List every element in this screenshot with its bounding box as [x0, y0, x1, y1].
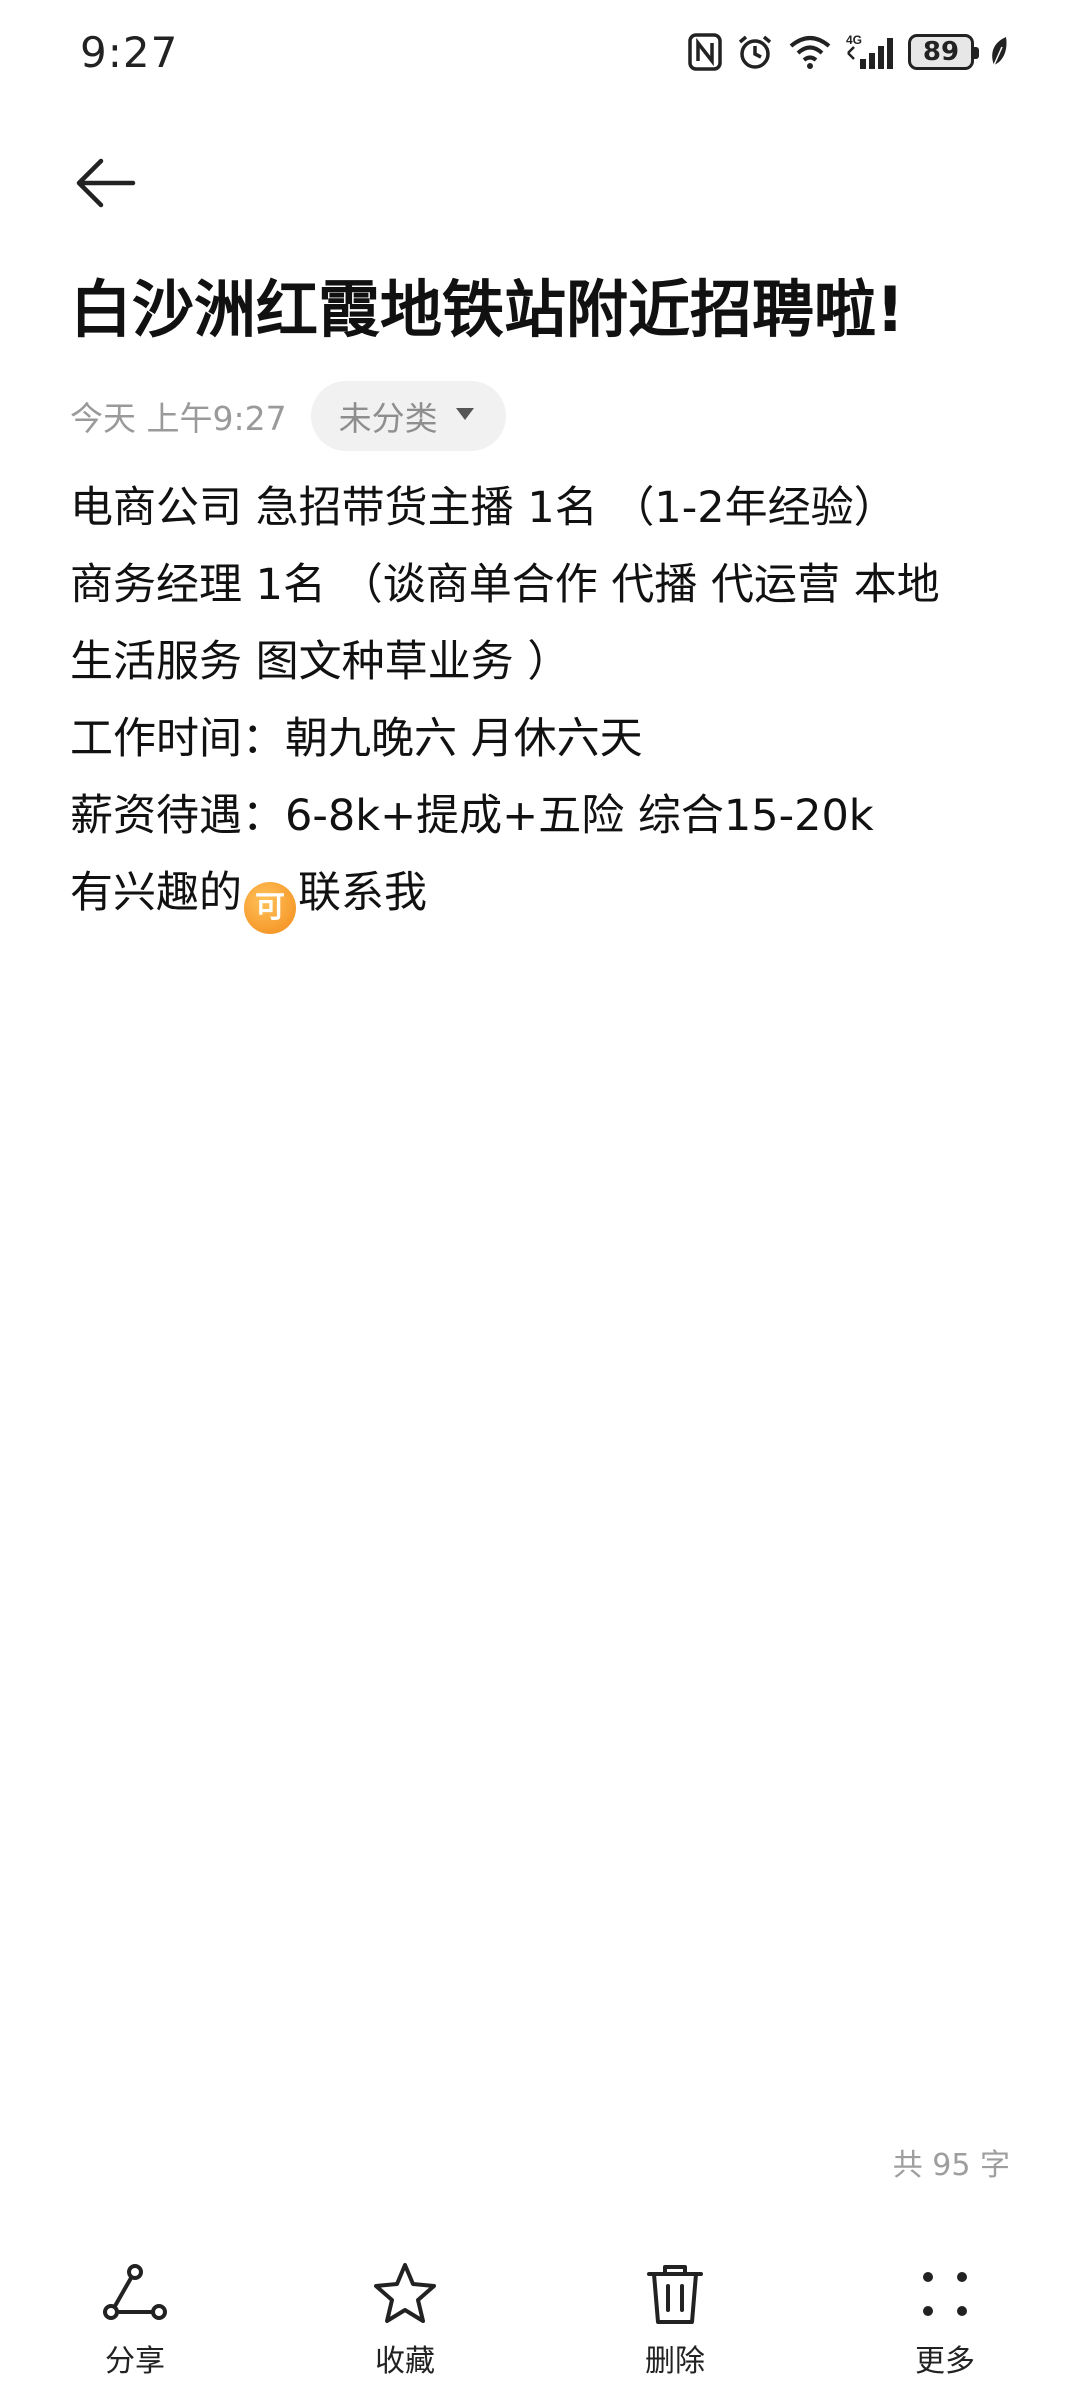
status-icons: 4G 89: [688, 30, 1010, 74]
alarm-icon: [736, 33, 774, 71]
more-button[interactable]: 更多: [810, 2240, 1080, 2390]
note-meta: 今天 上午9:27 未分类: [70, 380, 506, 452]
note-line: 生活服务 图文种草业务 ）: [70, 637, 571, 687]
four-dots-icon: [909, 2258, 981, 2330]
cellular-signal-icon: 4G: [846, 33, 894, 71]
note-line: 商务经理 1名 （谈商单合作 代播 代运营 本地: [70, 560, 940, 610]
nfc-icon: [688, 33, 722, 71]
arrow-left-icon: [73, 151, 137, 219]
note-body[interactable]: 电商公司 急招带货主播 1名 （1-2年经验） 商务经理 1名 （谈商单合作 代…: [70, 470, 1020, 934]
note-line: 电商公司 急招带货主播 1名 （1-2年经验）: [70, 483, 897, 533]
share-icon: [99, 2258, 171, 2330]
trash-icon: [639, 2258, 711, 2330]
back-button[interactable]: [60, 140, 150, 230]
bottom-toolbar: 分享 收藏 删除 更多: [0, 2240, 1080, 2390]
share-button[interactable]: 分享: [0, 2240, 270, 2390]
wifi-icon: [788, 34, 832, 70]
word-count: 共 95 字: [892, 2148, 1010, 2183]
share-label: 分享: [105, 2344, 165, 2379]
battery-level: 89: [922, 37, 960, 67]
note-line-prefix: 有兴趣的: [70, 868, 242, 918]
battery-icon: 89: [908, 34, 979, 70]
note-date: 今天 上午9:27: [70, 399, 287, 438]
status-bar: 9:27 4G 89: [0, 0, 1080, 110]
note-line-last: 有兴趣的可联系我: [70, 855, 1020, 934]
caret-down-icon: [454, 406, 476, 426]
more-label: 更多: [915, 2344, 975, 2379]
category-dropdown[interactable]: 未分类: [310, 381, 506, 451]
category-label: 未分类: [338, 399, 438, 438]
delete-button[interactable]: 删除: [540, 2240, 810, 2390]
note-line: 薪资待遇：6-8k+提成+五险 综合15-20k: [70, 791, 874, 841]
emoji-icon: 可: [244, 882, 296, 934]
favorite-button[interactable]: 收藏: [270, 2240, 540, 2390]
note-line: 工作时间：朝九晚六 月休六天: [70, 714, 643, 764]
leaf-icon: [988, 35, 1010, 69]
favorite-label: 收藏: [375, 2344, 435, 2379]
status-time: 9:27: [80, 28, 179, 77]
note-line-suffix: 联系我: [298, 868, 427, 918]
delete-label: 删除: [645, 2344, 705, 2379]
svg-text:4G: 4G: [846, 33, 862, 47]
note-title[interactable]: 白沙洲红霞地铁站附近招聘啦!: [70, 268, 1020, 352]
star-icon: [369, 2258, 441, 2330]
